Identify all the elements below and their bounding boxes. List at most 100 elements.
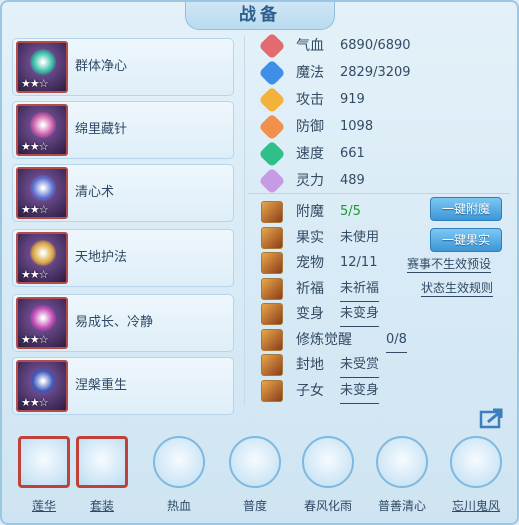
transform-icon (261, 303, 283, 325)
stat-name: 气血 (296, 38, 324, 54)
one-click-fruit-button[interactable]: 一键果实 (430, 228, 502, 252)
attribute-row: 变身 未变身 (258, 302, 508, 327)
stat-row: 灵力 489 (258, 167, 438, 195)
attribute-name: 变身 (296, 306, 324, 322)
star-rating: ★★☆ (21, 268, 49, 281)
title-banner: 战备 (185, 2, 335, 30)
attribute-row: 修炼觉醒 0/8 (258, 328, 508, 353)
stat-name: 攻击 (296, 92, 324, 108)
attribute-value[interactable]: 未变身 (340, 302, 380, 327)
slot-label: 套装 (89, 499, 114, 513)
lotus-icon (18, 436, 70, 488)
bottom-slot[interactable]: 忘川鬼风 (444, 436, 508, 514)
attribute-name: 子女 (296, 382, 324, 399)
skill-card[interactable]: ★★☆ 易成长、冷静 (12, 294, 234, 352)
spring-breeze-icon (302, 436, 354, 488)
bottom-slot[interactable]: 春风化雨 (296, 436, 360, 514)
stat-name: 防御 (296, 119, 324, 135)
speed-icon (258, 140, 286, 168)
star-rating: ★★☆ (21, 396, 49, 409)
skill-icon-nirvana-rebirth: ★★☆ (16, 360, 68, 412)
stat-value: 1098 (340, 119, 374, 134)
star-rating: ★★☆ (21, 140, 49, 153)
attribute-value: 5/5 (340, 204, 361, 219)
slot-label: 春风化雨 (303, 499, 352, 513)
child-icon (261, 379, 283, 402)
mana-icon (258, 59, 286, 87)
attribute-name: 宠物 (296, 255, 324, 271)
star-rating: ★★☆ (21, 203, 49, 216)
armor-set-icon (76, 436, 128, 488)
stat-name: 魔法 (296, 65, 324, 81)
stat-value: 919 (340, 92, 365, 107)
skill-name: 天地护法 (75, 250, 128, 265)
attribute-row: 子女 未变身 (258, 379, 508, 404)
slot-label: 普善清心 (377, 499, 426, 513)
enchant-icon (261, 201, 283, 223)
slot-label: 热血 (166, 499, 191, 513)
bottom-slot[interactable]: 热血 (147, 436, 211, 514)
stat-name: 灵力 (296, 173, 324, 189)
skill-name: 群体净心 (75, 59, 128, 74)
bottom-slot[interactable]: 莲华 (12, 436, 76, 514)
attribute-name: 封地 (296, 357, 324, 373)
attribute-value[interactable]: 未变身 (340, 379, 380, 404)
stat-value: 6890/6890 (340, 38, 411, 53)
heart-icon (258, 32, 286, 60)
slot-label: 忘川鬼风 (451, 499, 500, 513)
skill-card[interactable]: ★★☆ 群体净心 (12, 38, 234, 96)
salvation-icon (229, 436, 281, 488)
fruit-icon (261, 226, 283, 249)
attribute-value[interactable]: 未祈福 (340, 277, 380, 302)
column-divider (244, 36, 245, 406)
attribute-value[interactable]: 0/8 (386, 328, 407, 353)
skill-card[interactable]: ★★☆ 涅槃重生 (12, 357, 234, 415)
bottom-slot[interactable]: 普度 (223, 436, 287, 514)
hot-blood-icon (153, 436, 205, 488)
skill-icon-growth-calm: ★★☆ (16, 297, 68, 349)
skill-card[interactable]: ★★☆ 绵里藏针 (12, 101, 234, 159)
cultivation-icon (261, 328, 283, 351)
attribute-value[interactable]: 未受赏 (340, 353, 380, 378)
skill-name: 易成长、冷静 (75, 315, 154, 330)
ghost-wind-icon (450, 436, 502, 488)
slot-label: 莲华 (31, 499, 56, 513)
attribute-name: 祈福 (296, 280, 324, 297)
bottom-slot[interactable]: 套装 (70, 436, 134, 514)
stat-row: 防御 1098 (258, 113, 438, 141)
skill-card[interactable]: ★★☆ 清心术 (12, 164, 234, 222)
star-rating: ★★☆ (21, 333, 49, 346)
bottom-slot[interactable]: 普善清心 (370, 436, 434, 514)
stat-row: 魔法 2829/3209 (258, 59, 438, 87)
stat-row: 攻击 919 (258, 86, 438, 114)
skill-card[interactable]: ★★☆ 天地护法 (12, 229, 234, 287)
skill-name: 涅槃重生 (75, 378, 128, 393)
skill-icon-heaven-earth-guard: ★★☆ (16, 232, 68, 284)
share-icon[interactable] (478, 406, 508, 430)
star-rating: ★★☆ (21, 77, 49, 90)
skill-icon-hidden-needle: ★★☆ (16, 104, 68, 156)
attribute-name: 附魔 (296, 204, 324, 220)
attribute-row: 封地 未受赏 (258, 353, 508, 378)
spirit-icon (258, 167, 286, 195)
one-click-enchant-button[interactable]: 一键附魔 (430, 197, 502, 221)
skill-name: 绵里藏针 (75, 122, 128, 137)
blessing-icon (261, 277, 283, 300)
stat-row: 速度 661 (258, 140, 438, 168)
kindness-icon (376, 436, 428, 488)
attribute-value: 12/11 (340, 255, 378, 270)
section-divider (248, 193, 510, 194)
attribute-name: 修炼觉醒 (296, 331, 352, 348)
fief-icon (261, 354, 283, 376)
status-rule-link[interactable]: 状态生效规则 (421, 280, 494, 297)
attack-icon (258, 86, 286, 114)
skill-icon-group-purify: ★★☆ (16, 41, 68, 93)
stat-value: 489 (340, 173, 365, 188)
attribute-name: 果实 (296, 229, 324, 246)
stat-name: 速度 (296, 146, 324, 162)
stat-row: 气血 6890/6890 (258, 32, 438, 60)
skill-name: 清心术 (75, 185, 115, 200)
event-preset-link[interactable]: 赛事不生效预设 (407, 256, 492, 273)
slot-label: 普度 (242, 499, 267, 513)
page-title: 战备 (239, 5, 281, 25)
